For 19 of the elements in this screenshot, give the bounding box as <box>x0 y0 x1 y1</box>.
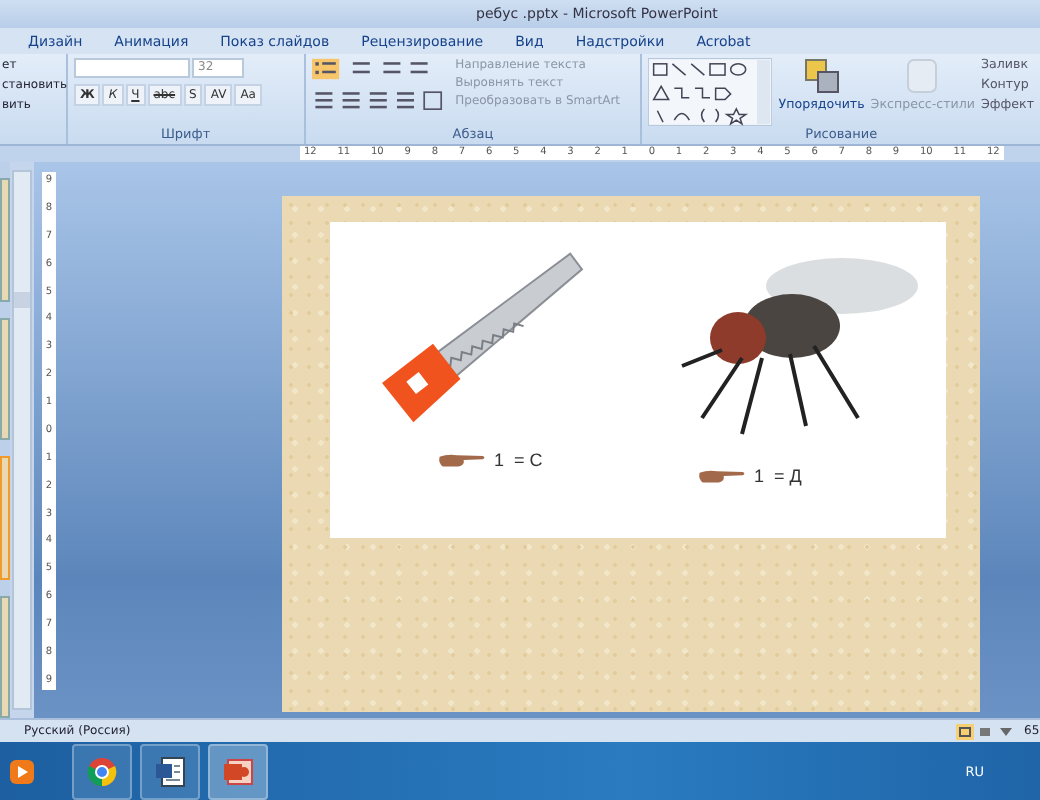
arrange-icon <box>803 58 840 94</box>
scrollbar[interactable] <box>12 170 32 710</box>
alignment-icon[interactable] <box>311 88 448 110</box>
view-buttons-icon[interactable] <box>956 723 1016 739</box>
slide-thumbnail[interactable] <box>0 456 10 579</box>
slide-thumbnail[interactable] <box>0 595 10 718</box>
font-name-field[interactable] <box>74 58 190 78</box>
clue-text: 1 = Д <box>754 466 802 486</box>
presentation-icon <box>222 755 254 787</box>
clue-text: 1 = С <box>494 450 543 470</box>
browser-icon <box>86 755 118 787</box>
media-player-icon[interactable] <box>8 757 36 785</box>
slide-thumbnail[interactable] <box>0 178 10 301</box>
document-icon <box>154 755 186 787</box>
pointing-hand-icon <box>438 452 486 468</box>
taskbar-button[interactable] <box>140 743 200 799</box>
slide-thumbnail[interactable] <box>0 317 10 440</box>
pointing-hand-icon <box>698 468 746 484</box>
shapes-gallery[interactable] <box>648 58 773 126</box>
